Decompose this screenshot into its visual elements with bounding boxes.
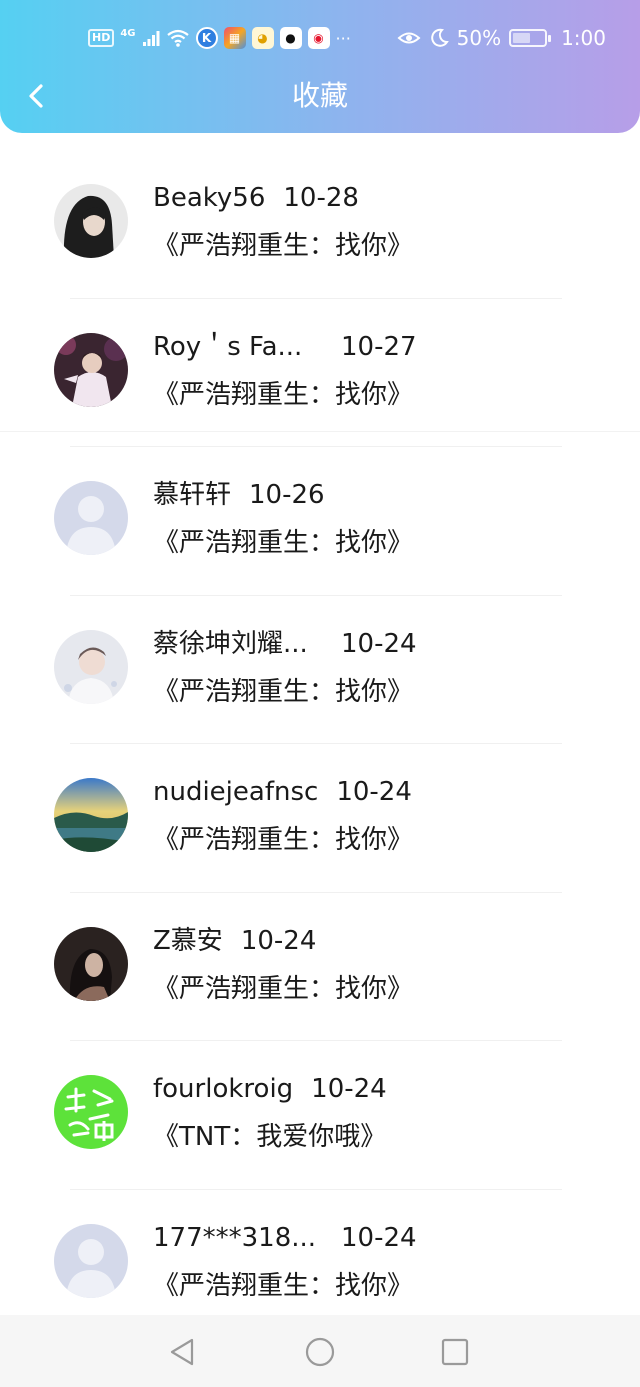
status-bar-left: HD 4G K ▦ ◕ ● ◉ ··· bbox=[88, 22, 351, 54]
nav-recents-button[interactable] bbox=[435, 1335, 475, 1369]
list-item[interactable]: 蔡徐坤刘耀... 10-24 《严浩翔重生：找你》 bbox=[0, 596, 640, 744]
chick-icon: ◕ bbox=[251, 27, 274, 49]
section-divider bbox=[0, 431, 640, 432]
item-title[interactable]: 《TNT：我爱你哦》 bbox=[153, 1119, 386, 1155]
item-meta: 177***318... 10-24 bbox=[153, 1220, 417, 1256]
list-item[interactable]: fourlokroig 10-24 《TNT：我爱你哦》 bbox=[0, 1041, 640, 1190]
eye-comfort-icon bbox=[397, 32, 421, 44]
landscape-photo bbox=[54, 778, 128, 852]
status-bar: HD 4G K ▦ ◕ ● ◉ ··· 50% 1:00 bbox=[0, 22, 640, 54]
item-meta: Z慕安 10-24 bbox=[153, 923, 316, 959]
circle-home-icon bbox=[305, 1337, 335, 1367]
battery-percent: 50% bbox=[456, 26, 502, 50]
dark-portrait-photo bbox=[54, 926, 128, 1001]
avatar bbox=[54, 1223, 128, 1298]
stage-performer-photo bbox=[54, 332, 128, 407]
hd-badge: HD bbox=[88, 29, 115, 47]
item-meta: nudiejeafnsc 10-24 bbox=[153, 774, 412, 810]
item-date: 10-24 bbox=[336, 777, 412, 807]
clock: 1:00 bbox=[561, 26, 606, 50]
user-name[interactable]: Roy＇s Fa... bbox=[153, 329, 323, 365]
avatar bbox=[54, 332, 128, 407]
moon-icon bbox=[430, 28, 449, 47]
weibo-icon: ◉ bbox=[307, 27, 330, 49]
wifi-icon bbox=[166, 29, 189, 47]
avatar bbox=[54, 926, 128, 1001]
item-meta: Roy＇s Fa... 10-27 bbox=[153, 329, 417, 365]
item-date: 10-27 bbox=[341, 331, 417, 362]
battery-icon bbox=[509, 29, 552, 47]
user-name[interactable]: 蔡徐坤刘耀... bbox=[153, 626, 323, 662]
system-nav-bar bbox=[0, 1315, 640, 1387]
item-meta: fourlokroig 10-24 bbox=[153, 1071, 387, 1107]
user-name[interactable]: Beaky56 bbox=[153, 180, 265, 216]
item-title[interactable]: 《严浩翔重生：找你》 bbox=[153, 228, 413, 264]
default-avatar-icon bbox=[54, 1223, 128, 1298]
status-bar-right: 50% 1:00 bbox=[397, 22, 606, 54]
user-name[interactable]: nudiejeafnsc bbox=[153, 774, 318, 810]
k-icon: K bbox=[195, 27, 218, 49]
network-type: 4G bbox=[120, 27, 136, 39]
puzzle-icon: ▦ bbox=[223, 27, 246, 49]
item-date: 10-24 bbox=[311, 1074, 387, 1104]
item-meta: 蔡徐坤刘耀... 10-24 bbox=[153, 626, 417, 662]
user-name[interactable]: 慕轩轩 bbox=[153, 477, 231, 513]
avatar bbox=[54, 629, 128, 704]
item-title[interactable]: 《严浩翔重生：找你》 bbox=[153, 971, 413, 1007]
signal-icon bbox=[142, 31, 160, 46]
light-portrait-photo bbox=[54, 629, 128, 704]
item-title[interactable]: 《严浩翔重生：找你》 bbox=[153, 525, 413, 561]
list-item[interactable]: Roy＇s Fa... 10-27 《严浩翔重生：找你》 bbox=[0, 299, 640, 447]
list-item[interactable]: nudiejeafnsc 10-24 《严浩翔重生：找你》 bbox=[0, 744, 640, 893]
more-notifications: ··· bbox=[335, 28, 351, 48]
item-date: 10-24 bbox=[240, 925, 317, 956]
app-header: HD 4G K ▦ ◕ ● ◉ ··· 50% 1:00 收藏 bbox=[0, 0, 640, 133]
green-text-avatar bbox=[54, 1075, 128, 1149]
item-title[interactable]: 《严浩翔重生：找你》 bbox=[153, 377, 413, 413]
item-date: 10-24 bbox=[341, 1222, 417, 1253]
item-date: 10-26 bbox=[249, 480, 325, 510]
triangle-back-icon bbox=[170, 1338, 194, 1366]
list-item[interactable]: 慕轩轩 10-26 《严浩翔重生：找你》 bbox=[0, 447, 640, 596]
item-meta: 慕轩轩 10-26 bbox=[153, 477, 325, 513]
default-avatar-icon bbox=[54, 481, 128, 555]
user-name[interactable]: Z慕安 bbox=[153, 923, 223, 959]
user-name[interactable]: 177***318... bbox=[153, 1220, 323, 1256]
qq-icon: ● bbox=[279, 27, 302, 49]
list-item[interactable]: Beaky56 10-28 《严浩翔重生：找你》 bbox=[0, 150, 640, 299]
favorites-list: Beaky56 10-28 《严浩翔重生：找你》 Roy＇s Fa... 10-27… bbox=[0, 150, 640, 1338]
item-date: 10-24 bbox=[341, 628, 417, 659]
page-title: 收藏 bbox=[291, 79, 348, 112]
square-recents-icon bbox=[441, 1338, 469, 1366]
item-title[interactable]: 《严浩翔重生：找你》 bbox=[153, 674, 413, 710]
item-title[interactable]: 《严浩翔重生：找你》 bbox=[153, 1268, 413, 1304]
avatar bbox=[54, 1075, 128, 1149]
avatar bbox=[54, 481, 128, 555]
avatar bbox=[54, 184, 128, 258]
list-item[interactable]: Z慕安 10-24 《严浩翔重生：找你》 bbox=[0, 893, 640, 1041]
item-date: 10-28 bbox=[283, 183, 359, 213]
avatar bbox=[54, 778, 128, 852]
dark-hair-photo bbox=[54, 184, 128, 258]
nav-back-button[interactable] bbox=[162, 1335, 202, 1369]
nav-home-button[interactable] bbox=[300, 1335, 340, 1369]
item-meta: Beaky56 10-28 bbox=[153, 180, 359, 216]
user-name[interactable]: fourlokroig bbox=[153, 1071, 293, 1107]
item-title[interactable]: 《严浩翔重生：找你》 bbox=[153, 822, 413, 858]
